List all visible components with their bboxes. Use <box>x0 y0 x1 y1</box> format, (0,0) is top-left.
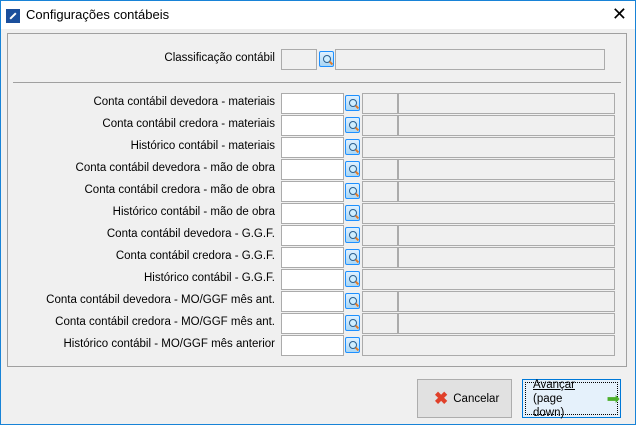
account-input[interactable] <box>281 159 344 180</box>
field-label: Conta contábil credora - materiais <box>102 118 275 130</box>
history-description-display <box>362 269 615 290</box>
search-icon[interactable] <box>345 139 360 155</box>
app-icon <box>6 9 20 23</box>
account-input[interactable] <box>281 137 344 158</box>
cancel-button[interactable]: ✖ Cancelar <box>417 379 512 418</box>
classificacao-label: Classificação contábil <box>164 52 275 64</box>
account-description-display <box>398 115 615 136</box>
account-input[interactable] <box>281 269 344 290</box>
account-code-display <box>362 247 398 268</box>
search-icon[interactable] <box>345 227 360 243</box>
divider <box>13 82 621 83</box>
field-label: Histórico contábil - MO/GGF mês anterior <box>63 338 275 350</box>
history-description-display <box>362 203 615 224</box>
search-icon[interactable] <box>345 205 360 221</box>
search-icon[interactable] <box>345 249 360 265</box>
field-label: Conta contábil devedora - materiais <box>93 96 275 108</box>
account-description-display <box>398 247 615 268</box>
account-input[interactable] <box>281 203 344 224</box>
field-label: Histórico contábil - materiais <box>130 140 275 152</box>
field-label: Histórico contábil - G.G.F. <box>143 272 275 284</box>
arrow-right-icon: ➡ <box>606 390 620 408</box>
classificacao-input[interactable] <box>281 49 317 70</box>
field-label: Conta contábil devedora - mão de obra <box>75 162 275 174</box>
account-code-display <box>362 181 398 202</box>
field-label: Conta contábil devedora - G.G.F. <box>106 228 275 240</box>
account-input[interactable] <box>281 225 344 246</box>
search-icon[interactable] <box>345 117 360 133</box>
account-input[interactable] <box>281 115 344 136</box>
dialog-window: Configurações contábeis ✕ Classificação … <box>0 0 636 425</box>
search-icon[interactable] <box>345 337 360 353</box>
window-title: Configurações contábeis <box>26 7 170 22</box>
account-code-display <box>362 313 398 334</box>
account-description-display <box>398 93 615 114</box>
account-description-display <box>398 159 615 180</box>
account-input[interactable] <box>281 247 344 268</box>
account-code-display <box>362 159 398 180</box>
field-label: Conta contábil credora - MO/GGF mês ant. <box>55 316 275 328</box>
account-input[interactable] <box>281 313 344 334</box>
next-button[interactable]: Avançar (page down) ➡ <box>522 378 621 419</box>
search-icon[interactable] <box>345 161 360 177</box>
account-description-display <box>398 181 615 202</box>
field-label: Conta contábil devedora - MO/GGF mês ant… <box>46 294 275 306</box>
search-icon[interactable] <box>345 183 360 199</box>
search-icon[interactable] <box>345 95 360 111</box>
search-icon[interactable] <box>345 315 360 331</box>
account-input[interactable] <box>281 291 344 312</box>
account-code-display <box>362 291 398 312</box>
account-description-display <box>398 291 615 312</box>
field-label: Conta contábil credora - mão de obra <box>84 184 276 196</box>
search-icon[interactable] <box>345 293 360 309</box>
account-input[interactable] <box>281 335 344 356</box>
account-description-display <box>398 225 615 246</box>
history-description-display <box>362 137 615 158</box>
search-icon[interactable] <box>319 51 334 67</box>
account-input[interactable] <box>281 93 344 114</box>
field-label: Conta contábil credora - G.G.F. <box>115 250 275 262</box>
history-description-display <box>362 335 615 356</box>
cancel-x-icon: ✖ <box>434 388 449 408</box>
classificacao-description <box>335 49 605 70</box>
account-code-display <box>362 93 398 114</box>
close-icon[interactable]: ✕ <box>612 4 627 25</box>
search-icon[interactable] <box>345 271 360 287</box>
title-bar: Configurações contábeis ✕ <box>1 1 635 29</box>
next-label-line2: (page down) <box>533 392 565 419</box>
field-label: Histórico contábil - mão de obra <box>112 206 275 218</box>
cancel-label: Cancelar <box>453 392 500 405</box>
account-code-display <box>362 225 398 246</box>
account-input[interactable] <box>281 181 344 202</box>
account-description-display <box>398 313 615 334</box>
next-label-line1: Avançar <box>533 378 575 391</box>
account-code-display <box>362 115 398 136</box>
